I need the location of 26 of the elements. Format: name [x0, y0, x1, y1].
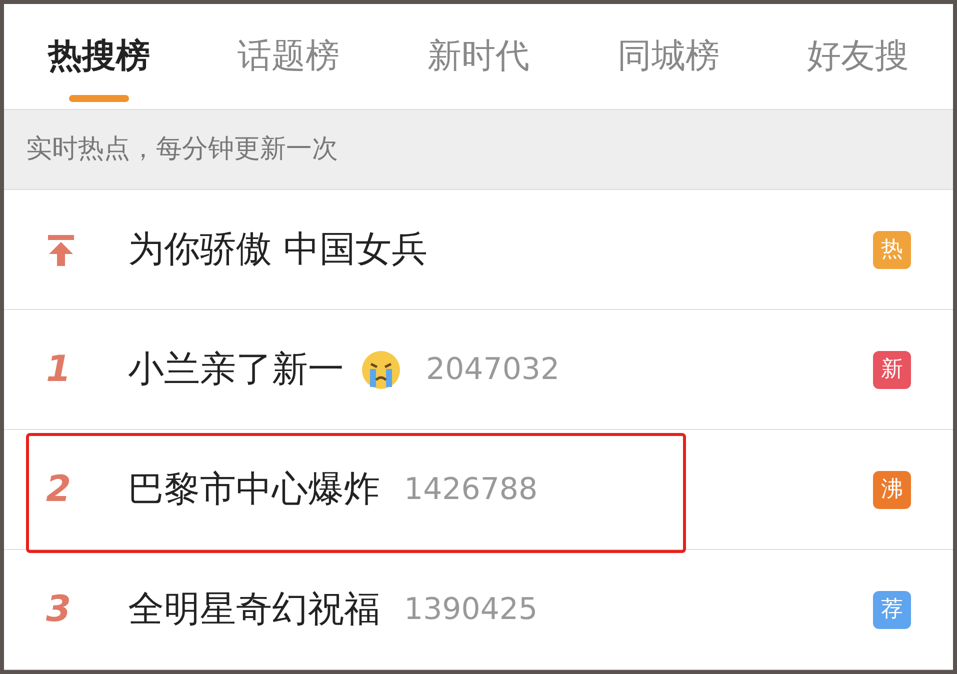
- rank-number: 1: [46, 352, 72, 388]
- rank-number: 2: [46, 472, 72, 508]
- tab[interactable]: 热搜榜: [4, 4, 194, 110]
- hot-badge: 热: [873, 230, 911, 268]
- hot-search-row[interactable]: 为你骄傲 中国女兵 热: [4, 190, 953, 310]
- pin-top-icon: [46, 232, 76, 266]
- topic-title: 全明星奇幻祝福: [128, 588, 380, 632]
- topic-title: 巴黎市中心爆炸: [128, 468, 380, 512]
- hot-badge: 沸: [873, 470, 911, 508]
- hot-badge: 新: [873, 350, 911, 388]
- notice-text: 实时热点，每分钟更新一次: [26, 133, 338, 166]
- hot-search-row[interactable]: 3 全明星奇幻祝福 1390425 荐: [4, 550, 953, 670]
- tab[interactable]: 好友搜: [763, 4, 953, 110]
- tab[interactable]: 同城榜: [573, 4, 764, 110]
- search-count: 1390425: [404, 591, 538, 629]
- hot-badge: 荐: [873, 590, 911, 628]
- topic-title: 为你骄傲 中国女兵: [128, 228, 428, 272]
- search-count: 1426788: [404, 471, 538, 509]
- tab[interactable]: 话题榜: [194, 4, 384, 110]
- hot-search-row[interactable]: 1 小兰亲了新一 2047032 新: [4, 310, 953, 430]
- tab[interactable]: 新时代: [384, 4, 574, 110]
- topic-title: 小兰亲了新一: [128, 348, 344, 392]
- search-count: 2047032: [426, 351, 560, 389]
- tab-indicator: [68, 95, 129, 102]
- hot-search-row[interactable]: 2 巴黎市中心爆炸 1426788 沸: [4, 430, 953, 550]
- rank-number: 3: [46, 592, 72, 628]
